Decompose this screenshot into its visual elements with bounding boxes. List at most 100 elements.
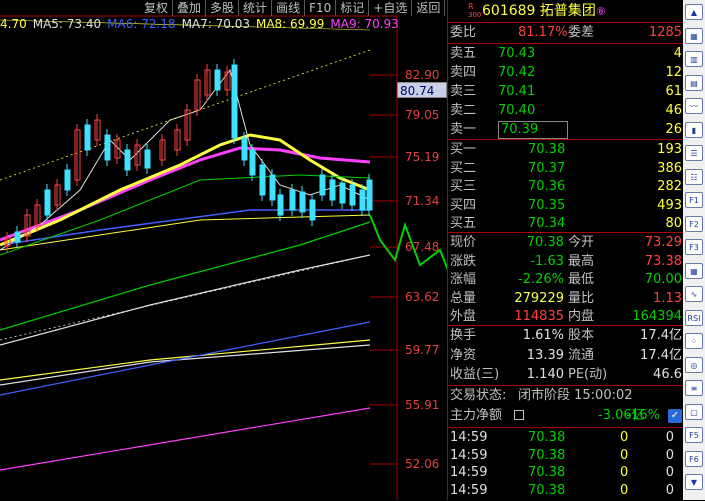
- ask-price: 70.40: [498, 103, 536, 118]
- stat-label: 内盘: [568, 309, 595, 324]
- weibi-value: 81.17%: [518, 25, 568, 40]
- ask-row[interactable]: 卖四 70.42 12: [448, 63, 684, 83]
- ma-line: [0, 339, 371, 381]
- stat-row: 涨幅 -2.26% 最低 70.00: [448, 270, 684, 290]
- toolbar-item[interactable]: 复权: [140, 0, 174, 16]
- fund-value: 17.4亿: [640, 328, 682, 343]
- list3-icon[interactable]: ≡: [685, 380, 703, 396]
- f3-icon[interactable]: F3: [685, 239, 703, 255]
- weibi-label: 委比: [450, 25, 477, 40]
- kline-chart[interactable]: [0, 0, 447, 500]
- stat-row: 外盘 114835 内盘 164394: [448, 307, 684, 327]
- expand-icon[interactable]: ✓: [668, 409, 682, 423]
- ask-row[interactable]: 卖五 70.43 4: [448, 44, 684, 64]
- ask-row[interactable]: 卖三 70.41 61: [448, 82, 684, 102]
- candle: [349, 184, 356, 206]
- doc-icon[interactable]: ▢: [685, 403, 703, 420]
- toolbar-item[interactable]: 画线: [272, 0, 306, 16]
- candle: [359, 189, 366, 211]
- toolbar-item[interactable]: 返回: [412, 0, 446, 16]
- rsi-icon[interactable]: RSI: [685, 309, 703, 326]
- chart-icon[interactable]: ▥: [685, 51, 703, 67]
- book-icon[interactable]: ▦: [685, 27, 703, 44]
- stat-row: 涨跌 -1.63 最高 73.38: [448, 252, 684, 272]
- f1-icon[interactable]: F1: [685, 192, 703, 208]
- wave-icon[interactable]: ∿: [685, 286, 703, 302]
- ask-price: 70.39: [498, 121, 568, 139]
- price-tick: 71.34: [405, 194, 440, 208]
- candle: [319, 174, 326, 196]
- ring-icon[interactable]: ◎: [685, 356, 703, 373]
- bid-label: 买五: [450, 216, 477, 231]
- ma-line: [0, 407, 371, 471]
- stat-value: -1.63: [530, 253, 564, 269]
- stat-label: 涨幅: [450, 272, 477, 287]
- price-tick: 75.19: [405, 150, 440, 164]
- bid-price: 70.35: [528, 197, 566, 213]
- chevron-down-icon[interactable]: ▼: [685, 474, 703, 490]
- price-tick: 82.90: [405, 68, 440, 82]
- bid-price: 70.34: [528, 216, 566, 231]
- fundamental-row: 收益(三) 1.140 PE(动) 46.6: [448, 365, 684, 385]
- fund-label: 股本: [568, 328, 595, 343]
- bid-price: 70.37: [528, 160, 566, 176]
- bid-row[interactable]: 买一 70.38 193: [448, 140, 684, 160]
- badge-num: 300: [468, 11, 482, 19]
- dots-icon[interactable]: ⁘: [685, 333, 703, 349]
- fund-value: 1.140: [526, 367, 564, 382]
- line-icon[interactable]: 〰: [685, 98, 703, 114]
- toolbar-item[interactable]: 标记: [336, 0, 370, 16]
- grid2-icon[interactable]: ▦: [685, 262, 703, 279]
- bid-volume: 193: [657, 142, 682, 157]
- fund-value: 13.39: [526, 347, 564, 363]
- stock-flag: ⑧: [595, 5, 606, 18]
- candle: [241, 137, 248, 161]
- weidiff-value: 1285: [648, 25, 682, 40]
- candle: [64, 169, 71, 191]
- bid-row[interactable]: 买四 70.35 493: [448, 196, 684, 216]
- candle: [231, 64, 238, 139]
- weidiff-label: 委差: [568, 25, 595, 40]
- ma-line: [0, 221, 371, 331]
- bid-row[interactable]: 买五 70.34 80: [448, 214, 684, 234]
- price-tick: 55.91: [405, 398, 440, 412]
- stat-value: 1.13: [653, 290, 682, 306]
- toolbar-item[interactable]: 多股: [206, 0, 240, 16]
- list-icon[interactable]: [514, 410, 524, 420]
- toolbar-item[interactable]: 统计: [239, 0, 273, 16]
- toolbar-item[interactable]: F10: [305, 0, 337, 16]
- toolbar-item[interactable]: 叠加: [173, 0, 207, 16]
- f2-icon[interactable]: F2: [685, 215, 703, 232]
- price-tick: 52.06: [405, 457, 440, 471]
- chevron-up-icon[interactable]: ▲: [685, 4, 703, 20]
- badge-r: R: [468, 2, 474, 11]
- stock-title: 601689 拓普集团⑧: [482, 1, 606, 22]
- candle: [144, 149, 151, 169]
- ask-row[interactable]: 卖二 70.40 46: [448, 101, 684, 121]
- main-force-row[interactable]: 主力净额 -3.06亿 -16% ✓: [448, 406, 684, 426]
- bid-row[interactable]: 买二 70.37 386: [448, 159, 684, 179]
- toolbar-item[interactable]: +自选: [369, 0, 413, 16]
- stat-label: 涨跌: [450, 253, 477, 269]
- tick-row[interactable]: 14:59 70.38 0 0: [448, 481, 684, 501]
- grid-icon[interactable]: ▤: [685, 74, 703, 91]
- list2-icon[interactable]: ☷: [685, 168, 703, 185]
- stat-value: 279229: [514, 290, 564, 306]
- price-tick: 63.62: [405, 290, 440, 304]
- trade-status-row: 交易状态: 闭市阶段 15:00:02: [448, 386, 684, 406]
- stat-value: -2.26%: [518, 272, 564, 287]
- ask-label: 卖五: [450, 46, 477, 61]
- bid-row[interactable]: 买三 70.36 282: [448, 177, 684, 197]
- price-tick: 59.77: [405, 343, 440, 357]
- list-icon[interactable]: ☰: [685, 145, 703, 161]
- candle: [339, 182, 346, 204]
- f5-icon[interactable]: F5: [685, 427, 703, 443]
- f6-icon[interactable]: F6: [685, 450, 703, 467]
- candle-icon[interactable]: ▮: [685, 121, 703, 138]
- ma-line: [0, 344, 371, 386]
- ma-legend-item: MA9: 70.93: [330, 17, 399, 31]
- ask-row[interactable]: 卖一 70.39 26: [448, 120, 684, 140]
- ma-legend-item: MA8: 69.99: [255, 17, 325, 31]
- stat-value: 70.38: [526, 235, 564, 250]
- candle: [259, 164, 266, 196]
